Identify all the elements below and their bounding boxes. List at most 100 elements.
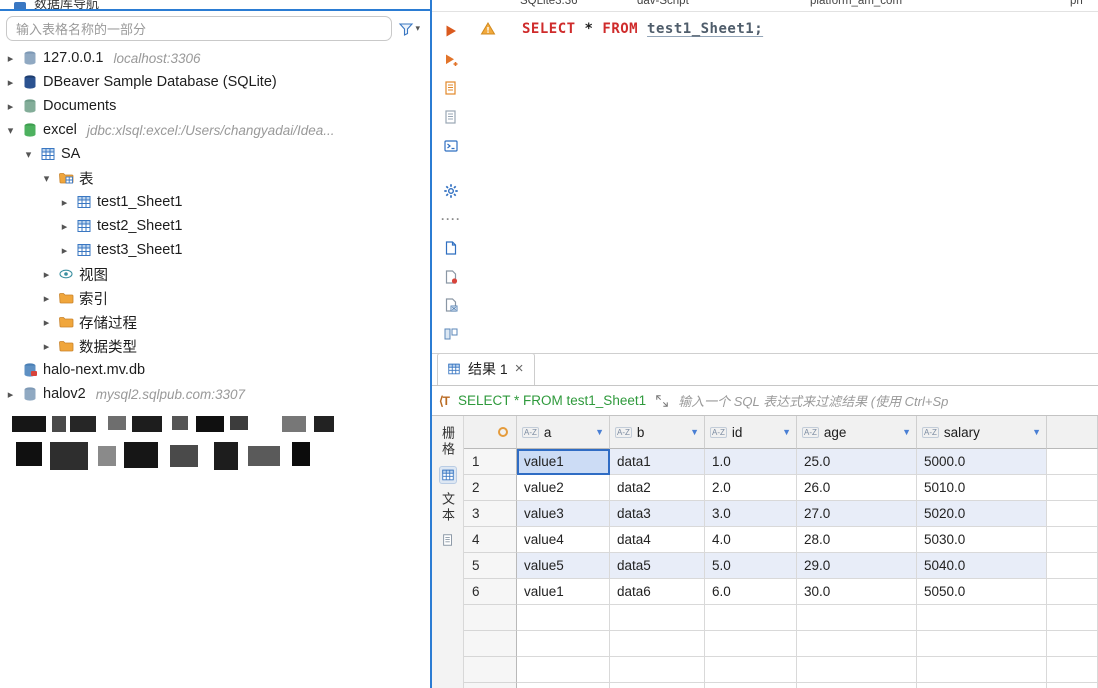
grid-cell-empty[interactable] bbox=[1047, 527, 1098, 553]
execute-statement-button[interactable] bbox=[441, 21, 461, 41]
grid-cell[interactable]: 3.0 bbox=[705, 501, 797, 527]
grid-cell[interactable]: 5.0 bbox=[705, 553, 797, 579]
toolbar-partial-label[interactable]: dav-Script bbox=[637, 0, 689, 7]
grid-corner-header[interactable] bbox=[464, 416, 517, 449]
tab-grid-view[interactable]: 栅格 bbox=[438, 426, 457, 458]
grid-cell-empty[interactable] bbox=[610, 657, 705, 683]
tree-item-127-0-0-1[interactable]: ▸ 127.0.0.1 localhost:3306 bbox=[0, 46, 430, 70]
grid-cell-empty[interactable] bbox=[1047, 553, 1098, 579]
chevron-right-icon[interactable]: ▸ bbox=[58, 244, 71, 257]
settings-gear-button[interactable] bbox=[441, 181, 461, 201]
results-filter-input-placeholder[interactable]: 输入一个 SQL 表达式来过滤结果 (使用 Ctrl+Sp bbox=[678, 391, 948, 410]
grid-cell-empty[interactable] bbox=[1047, 683, 1098, 688]
grid-cell[interactable]: 5000.0 bbox=[917, 449, 1047, 475]
navigator-tab-label[interactable]: 数据库导航 bbox=[34, 0, 99, 9]
toolbar-partial-label[interactable]: platform_am_com bbox=[810, 0, 902, 7]
row-number[interactable]: 2 bbox=[464, 475, 517, 501]
grid-cell[interactable]: 4.0 bbox=[705, 527, 797, 553]
tree-item-test1-sheet1[interactable]: ▸ test1_Sheet1 bbox=[0, 190, 430, 214]
chevron-right-icon[interactable]: ▸ bbox=[58, 196, 71, 209]
grid-cell[interactable]: 25.0 bbox=[797, 449, 917, 475]
grid-cell-empty[interactable] bbox=[517, 631, 610, 657]
grid-cell[interactable]: 28.0 bbox=[797, 527, 917, 553]
grid-cell-empty[interactable] bbox=[1047, 631, 1098, 657]
grid-cell-empty[interactable] bbox=[797, 657, 917, 683]
grid-cell[interactable]: 5010.0 bbox=[917, 475, 1047, 501]
sort-dropdown-icon[interactable]: ▼ bbox=[595, 427, 604, 437]
grid-cell-empty[interactable] bbox=[517, 605, 610, 631]
tree-item-dbeaver-sample[interactable]: ▸ DBeaver Sample Database (SQLite) bbox=[0, 70, 430, 94]
grid-cell-empty[interactable] bbox=[517, 683, 610, 688]
chevron-right-icon[interactable]: ▸ bbox=[40, 292, 53, 305]
grid-cell[interactable]: 5040.0 bbox=[917, 553, 1047, 579]
grid-cell-empty[interactable] bbox=[917, 605, 1047, 631]
tree-folder-tables[interactable]: ▾ 表 bbox=[0, 166, 430, 190]
grid-cell-empty[interactable] bbox=[610, 631, 705, 657]
grid-cell[interactable]: value4 bbox=[517, 527, 610, 553]
expand-filter-icon[interactable] bbox=[655, 394, 669, 408]
sql-table-reference[interactable]: test1_Sheet1; bbox=[647, 21, 763, 37]
row-number[interactable]: 3 bbox=[464, 501, 517, 527]
grid-cell-empty[interactable] bbox=[1047, 579, 1098, 605]
grid-cell-empty[interactable] bbox=[917, 657, 1047, 683]
chevron-down-icon[interactable]: ▾ bbox=[4, 124, 17, 137]
row-number-empty[interactable] bbox=[464, 657, 517, 683]
table-name-filter-input[interactable]: 输入表格名称的一部分 bbox=[6, 16, 393, 41]
results-tab[interactable]: 结果 1 × bbox=[437, 354, 536, 385]
grid-cell[interactable]: data3 bbox=[610, 501, 705, 527]
grid-cell[interactable]: value3 bbox=[517, 501, 610, 527]
column-header-id[interactable]: A-Z id ▼ bbox=[705, 416, 797, 449]
grid-cell-empty[interactable] bbox=[705, 605, 797, 631]
grid-cell[interactable]: data6 bbox=[610, 579, 705, 605]
toolbar-partial-label[interactable]: SQLite3.36 bbox=[520, 0, 578, 7]
filter-type-icon[interactable]: ⟨T bbox=[439, 394, 450, 408]
sort-dropdown-icon[interactable]: ▼ bbox=[782, 427, 791, 437]
grid-cell[interactable]: 30.0 bbox=[797, 579, 917, 605]
chevron-right-icon[interactable]: ▸ bbox=[4, 52, 17, 65]
grid-cell-empty[interactable] bbox=[1047, 657, 1098, 683]
column-header-salary[interactable]: A-Z salary ▼ bbox=[917, 416, 1047, 449]
chevron-right-icon[interactable]: ▸ bbox=[40, 316, 53, 329]
row-number[interactable]: 1 bbox=[464, 449, 517, 475]
grid-cell[interactable]: data4 bbox=[610, 527, 705, 553]
row-number-empty[interactable] bbox=[464, 605, 517, 631]
tree-item-halo-next[interactable]: halo-next.mv.db bbox=[0, 358, 430, 382]
sort-dropdown-icon[interactable]: ▼ bbox=[690, 427, 699, 437]
chevron-right-icon[interactable]: ▸ bbox=[40, 268, 53, 281]
column-header-age[interactable]: A-Z age ▼ bbox=[797, 416, 917, 449]
toolbar-partial-label[interactable]: ph bbox=[1070, 0, 1083, 7]
grid-cell[interactable]: 6.0 bbox=[705, 579, 797, 605]
row-number[interactable]: 5 bbox=[464, 553, 517, 579]
sort-dropdown-icon[interactable]: ▼ bbox=[1032, 427, 1041, 437]
tree-item-excel[interactable]: ▾ excel jdbc:xlsql:excel:/Users/changyad… bbox=[0, 118, 430, 142]
grid-cell[interactable]: value1 bbox=[517, 579, 610, 605]
grid-cell-empty[interactable] bbox=[1047, 605, 1098, 631]
grid-cell-empty[interactable] bbox=[705, 631, 797, 657]
grid-cell-empty[interactable] bbox=[797, 683, 917, 688]
tree-folder-datatypes[interactable]: ▸ 数据类型 bbox=[0, 334, 430, 358]
row-number-empty[interactable] bbox=[464, 683, 517, 688]
tree-folder-procedures[interactable]: ▸ 存储过程 bbox=[0, 310, 430, 334]
more-options-dots[interactable]: ···· bbox=[441, 209, 461, 229]
tree-folder-indexes[interactable]: ▸ 索引 bbox=[0, 286, 430, 310]
grid-cell[interactable]: 1.0 bbox=[705, 449, 797, 475]
column-header-b[interactable]: A-Z b ▼ bbox=[610, 416, 705, 449]
new-script-button[interactable] bbox=[441, 238, 461, 258]
grid-cell[interactable]: 27.0 bbox=[797, 501, 917, 527]
row-number[interactable]: 6 bbox=[464, 579, 517, 605]
grid-cell-empty[interactable] bbox=[1047, 501, 1098, 527]
close-icon[interactable]: × bbox=[515, 361, 524, 376]
execute-script-button[interactable] bbox=[441, 78, 461, 98]
sql-statement[interactable]: SELECT * FROM test1_Sheet1; bbox=[522, 21, 763, 37]
grid-cell-empty[interactable] bbox=[705, 683, 797, 688]
tree-item-halov2[interactable]: ▸ halov2 mysql2.sqlpub.com:3307 bbox=[0, 382, 430, 406]
chevron-right-icon[interactable]: ▸ bbox=[4, 76, 17, 89]
column-header-a[interactable]: A-Z a ▼ bbox=[517, 416, 610, 449]
grid-cell-empty[interactable] bbox=[797, 631, 917, 657]
load-script-button[interactable] bbox=[441, 107, 461, 127]
grid-cell-empty[interactable] bbox=[797, 605, 917, 631]
row-number[interactable]: 4 bbox=[464, 527, 517, 553]
sql-editor-text-area[interactable]: SELECT * FROM test1_Sheet1; bbox=[470, 12, 1098, 353]
grid-cell-empty[interactable] bbox=[1047, 475, 1098, 501]
grid-cell[interactable]: value2 bbox=[517, 475, 610, 501]
